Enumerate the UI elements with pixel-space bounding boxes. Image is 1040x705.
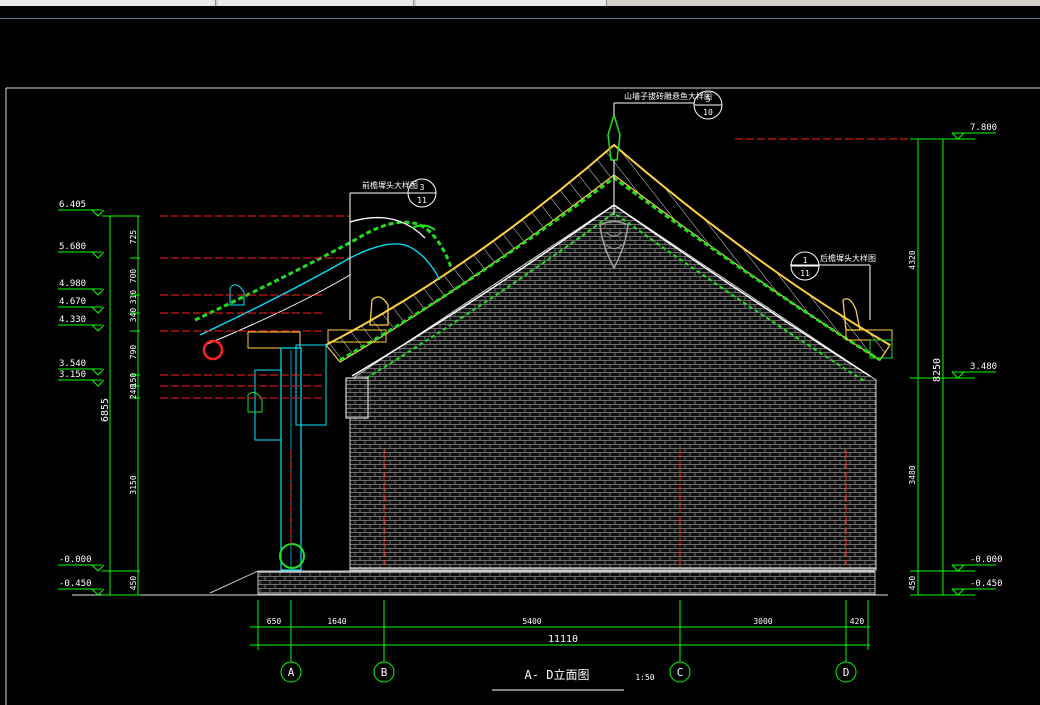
segment-label: 3000 [753,617,772,626]
ground-line [72,570,888,596]
elevation-marker: -0.450 [951,579,1003,596]
elevation-marker: 7.800 [951,123,997,140]
elevation-marker: 3.150 [58,370,105,387]
elevation-label: 5.680 [59,242,86,252]
segment-label: 1640 [327,617,346,626]
segment-label: 650 [267,617,282,626]
segment-label: 420 [850,617,865,626]
elevation-label: -0.000 [59,555,92,565]
elevation-marker: -0.000 [58,555,105,572]
left-elevation-markers: 6.405 5.680 4.980 4.670 4.330 3.5403.150 -0.00… [58,200,105,596]
segment-label: 5400 [522,617,541,626]
callout-text: 后檐墀头大样图 [820,253,876,263]
elevation-label: 3.480 [970,362,997,372]
right-total-dimension: 8250 [932,358,943,382]
elevation-label: -0.450 [59,579,92,589]
elevation-marker: 6.405 [58,200,105,217]
elevation-label: 4.980 [59,279,86,289]
axis-bubble: B [373,661,395,683]
bottom-total-dimension: 11110 [548,634,578,645]
callout-den: 11 [417,196,427,205]
axis-label: B [381,666,388,679]
segment-label: 310 [129,290,138,305]
segment-label: 450 [129,576,138,591]
axis-bubble: A [280,661,302,683]
segment-label: 700 [129,269,138,284]
elevation-marker: -0.450 [58,579,105,596]
elevation-marker: 4.980 [58,279,105,296]
callout-gable-detail: 山墙子拔砖雕悬鱼大样图 5 10 [613,90,723,120]
right-segment-labels: 4320 3480 450 [908,250,917,590]
callout-num: 3 [420,183,425,192]
elevation-label: -0.450 [970,579,1003,589]
callout-num: 5 [706,95,711,104]
elevation-label: 3.540 [59,359,86,369]
axis-label: C [677,666,684,679]
segment-label: 3150 [129,475,138,494]
callout-text: 前檐墀头大样图 [362,180,418,190]
elevation-label: 4.330 [59,315,86,325]
right-elevation-markers: 7.800 3.480 -0.000 -0.450 [951,123,1003,596]
elevation-marker: 4.670 [58,297,105,314]
segment-label: 340 [129,308,138,323]
porch-column [247,344,327,571]
segment-label: 790 [129,345,138,360]
elevation-marker: -0.000 [951,555,1003,572]
segment-label: 725 [129,230,138,245]
axis-label: A [288,666,295,679]
callout-den: 10 [703,108,713,117]
segment-label: 4320 [908,250,917,269]
segment-label: 240 [129,385,138,400]
segment-label: 3480 [908,465,917,484]
elevation-marker: 4.330 [58,315,105,332]
elevation-drawing[interactable]: 6.405 5.680 4.980 4.670 4.330 3.5403.150 -0.00… [0,0,1040,705]
elevation-label: 6.405 [59,200,86,210]
elevation-marker: 3.480 [951,362,997,379]
left-segment-labels: 7257003103407901502403150450 [129,230,138,591]
drawing-title: A- D立面图 [525,667,590,682]
axis-bubble: C [669,661,691,683]
elevation-label: 7.800 [970,123,997,133]
callout-den: 11 [800,269,810,278]
elevation-label: 4.670 [59,297,86,307]
axis-bubble: D [835,661,857,683]
drawing-scale: 1:50 [635,673,654,682]
bottom-segment-labels: 650 1640 5400 3000 420 [267,617,865,626]
drawing-title-block: A- D立面图 1:50 [492,667,655,691]
elevation-label: 3.150 [59,370,86,380]
callout-num: 1 [803,256,808,265]
segment-label: 450 [908,576,917,591]
axis-label: D [843,666,850,679]
elevation-label: -0.000 [970,555,1003,565]
callout-text: 山墙子拔砖雕悬鱼大样图 [624,91,712,101]
bottom-dimension-chain [250,600,870,662]
left-total-dimension: 6855 [100,398,111,422]
gable-wall [349,204,877,571]
elevation-marker: 5.680 [58,242,105,259]
